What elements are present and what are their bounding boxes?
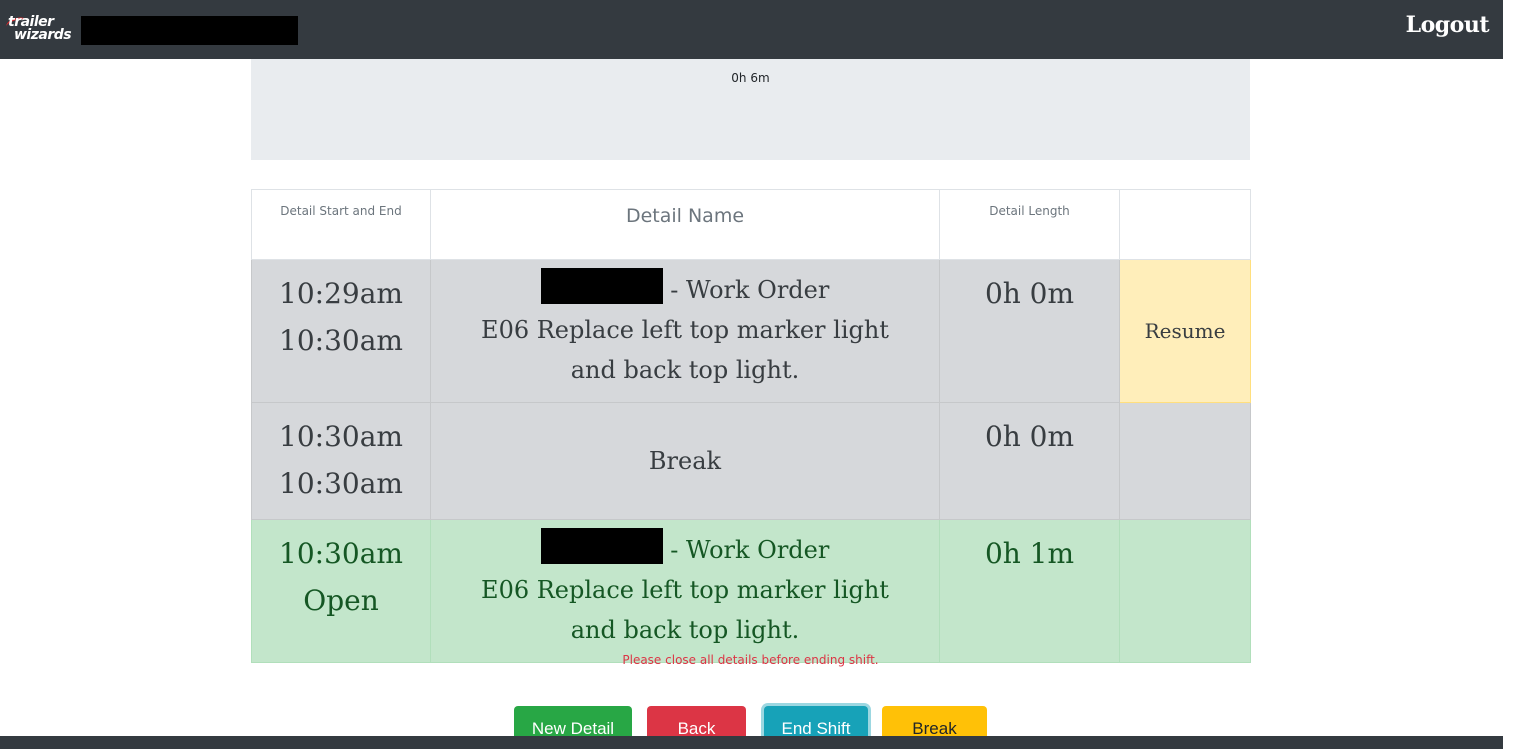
detail-description: E06 Replace left top marker light and ba…: [481, 576, 889, 644]
header-start-end: Detail Start and End: [251, 189, 431, 260]
end-shift-error-message: Please close all details before ending s…: [622, 653, 879, 667]
detail-action-empty: [1119, 402, 1251, 520]
detail-name: - Work Order E06 Replace left top marker…: [430, 259, 940, 403]
table-header-row: Detail Start and End Detail Name Detail …: [251, 189, 1251, 260]
detail-times: 10:30am 10:30am: [251, 402, 431, 520]
shift-total-duration: 0h 6m: [731, 71, 770, 85]
detail-length: 0h 0m: [939, 402, 1120, 520]
detail-times: 10:29am 10:30am: [251, 259, 431, 403]
detail-description: E06 Replace left top marker light and ba…: [481, 316, 889, 384]
header-actions: [1119, 189, 1251, 260]
detail-title: - Work Order: [431, 267, 939, 310]
redacted-work-order-number: [540, 267, 663, 304]
detail-action-empty: [1119, 519, 1251, 663]
detail-name: - Work Order E06 Replace left top marker…: [430, 519, 940, 663]
table-row: 10:30am 10:30am Break 0h 0m: [251, 402, 1251, 520]
detail-title-suffix: - Work Order: [662, 536, 830, 564]
detail-length: 0h 1m: [939, 519, 1120, 663]
redacted-user-name: [81, 16, 298, 45]
detail-end: 10:30am: [279, 324, 403, 357]
detail-start: 10:30am: [279, 537, 403, 570]
resume-button[interactable]: Resume: [1119, 259, 1251, 403]
header-detail-length: Detail Length: [939, 189, 1120, 260]
shift-summary-panel: 0h 6m: [251, 59, 1250, 160]
logout-link[interactable]: Logout: [1406, 12, 1490, 38]
top-navbar: trailer wizards Logout: [0, 0, 1503, 59]
detail-end: 10:30am: [279, 467, 403, 500]
detail-length: 0h 0m: [939, 259, 1120, 403]
bottom-bar: [0, 736, 1503, 749]
shift-details-table: Detail Start and End Detail Name Detail …: [251, 189, 1251, 663]
detail-end: Open: [303, 584, 379, 617]
detail-start: 10:30am: [279, 420, 403, 453]
detail-title: Break: [648, 447, 722, 475]
detail-start: 10:29am: [279, 277, 403, 310]
detail-title: - Work Order: [431, 527, 939, 570]
redacted-work-order-number: [540, 527, 663, 564]
trailer-wizards-logo[interactable]: trailer wizards: [4, 14, 72, 46]
table-row: 10:29am 10:30am - Work Order E06 Replace…: [251, 259, 1251, 403]
header-detail-name: Detail Name: [430, 189, 940, 260]
detail-name: Break: [430, 402, 940, 520]
logo-line-2: wizards: [14, 27, 72, 43]
detail-title-suffix: - Work Order: [662, 276, 830, 304]
detail-times: 10:30am Open: [251, 519, 431, 663]
table-row: 10:30am Open - Work Order E06 Replace le…: [251, 519, 1251, 663]
